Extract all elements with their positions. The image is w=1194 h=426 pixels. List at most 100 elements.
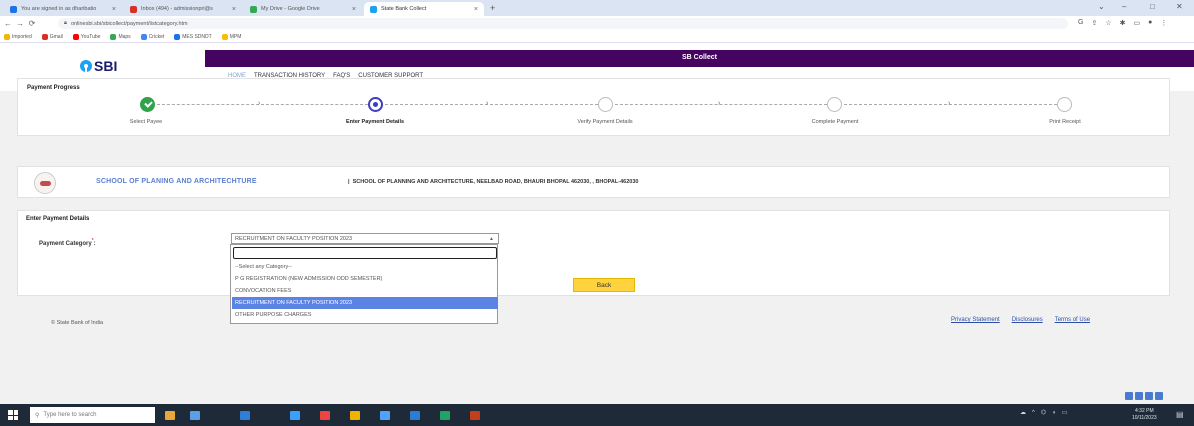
bookmark-maps[interactable]: Maps [110, 33, 131, 40]
extensions-icon[interactable]: ✱ [1120, 19, 1126, 27]
browser-tab-4-active[interactable]: State Bank Collect × [364, 2, 484, 16]
tab-title: You are signed in as dharibatio [21, 6, 97, 12]
payment-category-label: Payment Category*: [39, 238, 96, 247]
taskbar-app-icon[interactable] [290, 411, 300, 420]
bookmark-gmail[interactable]: Gmail [41, 33, 63, 40]
url-text: onlinesbi.sbi/sbicollect/payment/listcat… [70, 20, 188, 27]
window-close-icon[interactable]: ✕ [1176, 2, 1183, 11]
step-connector [385, 104, 598, 105]
taskbar-clock[interactable]: 4:32 PM 10/11/2023 [1132, 408, 1157, 422]
category-option-other-purpose[interactable]: OTHER PURPOSE CHARGES [232, 309, 498, 321]
taskbar-app-icon[interactable] [350, 411, 360, 420]
lock-icon: 🔒︎ [64, 20, 67, 26]
taskbar-app-icon[interactable] [320, 411, 330, 420]
bookmarks-bar: Imported Gmail YouTube Maps Cricket MES SDNDT… [0, 31, 1194, 43]
close-icon[interactable]: × [474, 6, 478, 13]
bookmark-icon [140, 33, 147, 40]
step-1-done-check-icon [140, 97, 155, 112]
close-icon[interactable]: × [232, 6, 236, 13]
tab-title: My Drive - Google Drive [261, 6, 320, 12]
back-arrow-icon[interactable]: ← [2, 19, 14, 28]
payment-category-select[interactable]: RECRUITMENT ON FACULTY POSITION 2023 ▲ [231, 233, 499, 244]
minimize-icon[interactable]: – [1122, 2, 1126, 11]
footer-copyright: © State Bank of India [51, 320, 104, 326]
toolbar-tool-icon[interactable] [1125, 392, 1133, 400]
taskbar-app-icon[interactable] [190, 411, 200, 420]
category-option-pg-registration[interactable]: P G REGISTRATION (NEW ADMISSION ODD SEME… [232, 273, 498, 285]
step-label-print-receipt: Print Receipt [1049, 119, 1081, 125]
sidebar-icon[interactable]: ▭ [1133, 19, 1140, 27]
browser-tab-1[interactable]: You are signed in as dharibatio × [4, 2, 122, 16]
taskbar-app-icon[interactable] [410, 411, 420, 420]
category-search-input[interactable] [233, 247, 497, 259]
toolbar-tool-icon[interactable] [1135, 392, 1143, 400]
toolbar-tool-icon[interactable] [1155, 392, 1163, 400]
category-option-select-any[interactable]: --Select any Category-- [232, 261, 498, 273]
step-connector [615, 104, 827, 105]
taskbar-search-input[interactable]: ⚲ Type here to search [30, 407, 155, 423]
tab-favicon-icon [10, 5, 17, 13]
new-tab-icon[interactable]: + [490, 3, 495, 13]
chevron-up-icon[interactable]: ^ [1032, 410, 1035, 416]
bookmark-label: MPM [229, 33, 242, 40]
bookmark-mes-sdndt[interactable]: MES SDNDT [174, 33, 212, 40]
bookmark-label: Maps [118, 33, 131, 40]
sbi-logo-icon [80, 60, 92, 72]
clock-time: 4:32 PM [1135, 408, 1154, 414]
network-icon[interactable]: ⌬ [1041, 409, 1046, 416]
volume-icon[interactable]: ◖ [1052, 410, 1056, 416]
menu-icon[interactable]: ⋮ [1160, 19, 1167, 27]
sbi-logo[interactable]: SBI [80, 58, 117, 74]
bookmark-cricket[interactable]: Cricket [140, 33, 165, 40]
taskbar-app-icon[interactable] [440, 411, 450, 420]
url-input[interactable]: 🔒︎ onlinesbi.sbi/sbicollect/payment/list… [58, 18, 1068, 29]
separator: | [348, 179, 350, 185]
profile-avatar-icon[interactable]: ● [1148, 19, 1152, 27]
disclosures-link[interactable]: Disclosures [1012, 317, 1043, 323]
taskbar-app-icon[interactable] [380, 411, 390, 420]
privacy-statement-link[interactable]: Privacy Statement [951, 317, 1000, 323]
close-icon[interactable]: × [112, 6, 116, 13]
arrow-right-icon: › [486, 100, 489, 107]
bookmark-imported[interactable]: Imported [4, 33, 32, 40]
system-tray: ☁ ^ ⌬ ◖ ▭ [1020, 409, 1068, 417]
taskbar-app-icon[interactable] [165, 411, 175, 420]
chevron-down-icon[interactable]: ⌄ [1098, 2, 1105, 11]
step-2-current-icon [368, 97, 383, 112]
google-icon[interactable]: G [1078, 19, 1083, 27]
search-icon: ⚲ [35, 412, 40, 419]
taskbar-app-icon[interactable] [240, 411, 250, 420]
notification-icon[interactable]: ▤ [1176, 410, 1184, 419]
maximize-icon[interactable]: □ [1150, 2, 1155, 11]
browser-tab-2[interactable]: Inbox (494) - admissionpri@s × [124, 2, 242, 16]
back-button[interactable]: Back [573, 278, 635, 292]
terms-of-use-link[interactable]: Terms of Use [1055, 317, 1090, 323]
clock-date: 10/11/2023 [1132, 415, 1157, 421]
reload-icon[interactable]: ⟳ [26, 19, 38, 28]
bookmark-mpm[interactable]: MPM [221, 33, 242, 40]
windows-taskbar: ⚲ Type here to search ☁ ^ ⌬ ◖ ▭ 4:32 PM … [0, 404, 1194, 426]
taskbar-app-icon[interactable] [470, 411, 480, 420]
tab-favicon-icon [130, 5, 137, 13]
footer-links: Privacy Statement Disclosures Terms of U… [951, 317, 1090, 323]
browser-tab-3[interactable]: My Drive - Google Drive × [244, 2, 362, 16]
selected-category: RECRUITMENT ON FACULTY POSITION 2023 [235, 235, 353, 242]
bookmark-youtube[interactable]: YouTube [72, 33, 100, 40]
toolbar-tool-icon[interactable] [1145, 392, 1153, 400]
payment-progress-panel: Payment Progress › › › › Select Payee En… [17, 78, 1170, 136]
category-option-recruitment-faculty[interactable]: RECRUITMENT ON FACULTY POSITION 2023 [232, 297, 498, 309]
payment-category-dropdown: --Select any Category-- P G REGISTRATION… [230, 244, 498, 324]
share-icon[interactable]: ⇪ [1091, 19, 1097, 27]
arrow-right-icon: › [948, 100, 951, 107]
step-label-complete-payment: Complete Payment [811, 119, 859, 125]
forward-arrow-icon[interactable]: → [14, 19, 26, 28]
weather-icon[interactable]: ☁ [1020, 409, 1026, 416]
category-option-convocation-fees[interactable]: CONVOCATION FEES [232, 285, 498, 297]
battery-icon[interactable]: ▭ [1062, 409, 1068, 416]
header-bar: SB Collect [205, 50, 1194, 67]
bookmark-label: Cricket [148, 33, 165, 40]
windows-start-icon[interactable] [8, 410, 18, 420]
close-icon[interactable]: × [352, 6, 356, 13]
star-icon[interactable]: ☆ [1105, 19, 1111, 27]
bookmark-icon [4, 33, 10, 40]
